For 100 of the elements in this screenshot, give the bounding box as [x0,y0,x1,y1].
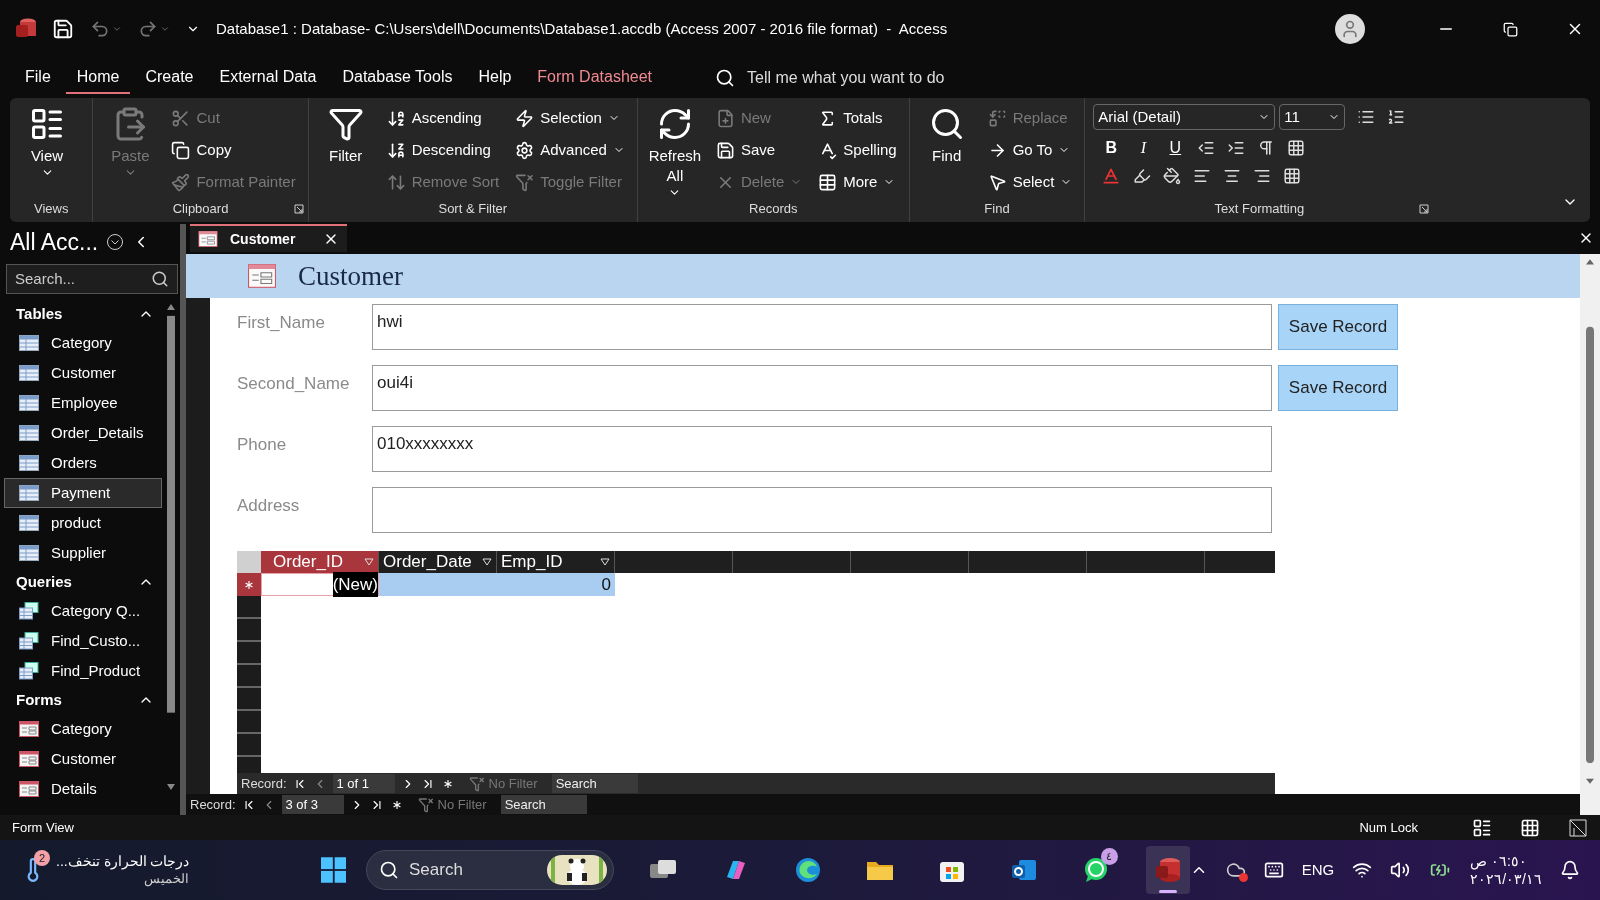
font-select[interactable]: Arial (Detail) [1093,104,1276,130]
navigation-item[interactable]: Customer [4,744,162,774]
highlighter-icon[interactable] [1133,167,1152,185]
ribbon-button[interactable]: Ascending [382,102,504,134]
gridlines-icon[interactable] [1287,139,1306,157]
ribbon-button[interactable]: Spelling [814,134,901,166]
account-avatar[interactable] [1335,14,1365,44]
dropdown-arrow-icon[interactable] [482,558,492,566]
section-header[interactable]: Forms [4,686,162,714]
volume-icon[interactable] [1390,860,1411,880]
navigation-item[interactable]: Supplier [4,538,162,568]
layout-view-icon[interactable] [1520,817,1540,838]
ribbon-large-button[interactable]: View [18,102,76,199]
navigation-item[interactable]: Payment [4,478,162,508]
text-field[interactable]: oui4i [372,365,1272,411]
menu-tab[interactable]: Form Datasheet [526,62,664,94]
navigation-item[interactable]: Find_Product [4,656,162,686]
row-selector-column[interactable] [237,596,261,773]
paint-bucket-icon[interactable] [1163,167,1182,185]
menu-tab[interactable]: Home [65,62,131,94]
navigation-item[interactable]: Category Q... [4,596,162,626]
datasheet-cell[interactable]: (New) [261,573,379,596]
clock-time[interactable]: ٠٦:٥٠ ص [1470,852,1527,870]
font-size-select[interactable]: 11 [1279,104,1346,130]
dropdown-arrow-icon[interactable] [600,558,610,566]
record-search-field[interactable]: Search [500,795,587,814]
tell-me-placeholder[interactable]: Tell me what you want to do [747,66,945,90]
menu-tab[interactable]: Database Tools [331,62,464,94]
ribbon-button[interactable]: More [814,166,901,198]
navigation-item[interactable]: Category [4,328,162,358]
edge-icon[interactable] [794,857,821,883]
text-field[interactable] [372,487,1272,533]
align-center-icon[interactable] [1223,167,1242,185]
ribbon-large-button[interactable]: Filter [316,102,375,199]
scrollbar[interactable] [1580,254,1600,815]
restore-icon[interactable] [1503,21,1518,37]
ribbon-button[interactable]: Selection [511,102,629,134]
language-indicator[interactable]: ENG [1301,858,1335,882]
navigation-search-field[interactable]: Search... [6,264,178,294]
save-record-button[interactable]: Save Record [1278,304,1398,350]
text-field[interactable]: 010xxxxxxxx [372,426,1272,472]
ribbon-button[interactable]: Go To [983,134,1077,166]
outlook-icon[interactable] [1010,857,1037,883]
form-view-icon[interactable] [1472,817,1492,838]
navigation-item[interactable]: Order_Details [4,418,162,448]
ribbon-large-button[interactable]: Find [917,102,976,199]
text-style-button[interactable]: B [1101,136,1122,160]
taskbar-app[interactable]: ٤ [1073,846,1118,894]
filter-indicator[interactable]: No Filter [417,794,487,815]
record-position-field[interactable]: 1 of 1 [332,774,395,793]
text-style-button[interactable]: U [1165,136,1186,160]
text-field[interactable]: hwi [372,304,1272,350]
datasheet-cell[interactable] [379,573,497,596]
redo-icon[interactable] [138,19,158,39]
ribbon-large-button[interactable]: Refresh All [645,102,704,199]
taskbar-search-field[interactable]: Search [366,850,614,890]
dialog-launcher-icon[interactable] [1419,204,1430,214]
section-header[interactable]: Tables [4,300,162,328]
ribbon-button[interactable]: Totals [814,102,901,134]
menu-tab[interactable]: External Data [208,62,328,94]
ribbon-button[interactable]: Save [711,134,807,166]
menu-tab[interactable]: Create [134,62,205,94]
ribbon-button[interactable]: Advanced [511,134,629,166]
start-icon[interactable] [320,856,347,884]
clock-date[interactable]: ٢٠٢٦/٠٣/١٦ [1470,870,1542,888]
cloud-error-icon[interactable] [1225,860,1246,880]
datasheet-cell[interactable]: 0 [497,573,615,596]
shading-icon[interactable] [1283,167,1302,185]
dropdown-circle-icon[interactable] [106,233,125,251]
navigation-item[interactable]: product [4,508,162,538]
new-record-selector[interactable] [237,573,261,596]
dialog-launcher-icon[interactable] [293,204,304,214]
section-header[interactable]: Queries [4,568,162,596]
record-position-field[interactable]: 3 of 3 [281,795,344,814]
weather-text[interactable]: درجات الحرارة تنخف... [56,852,190,870]
navigation-item[interactable]: Details [4,774,162,804]
undo-icon[interactable] [90,19,110,39]
column-header[interactable]: Order_ID [261,551,379,573]
design-view-icon[interactable] [1568,817,1588,838]
document-tab[interactable]: Customer [190,224,348,252]
whatsapp-icon[interactable] [1082,857,1109,883]
taskbar-app[interactable] [1145,846,1190,894]
menu-tab[interactable]: File [14,62,62,94]
notification-icon[interactable] [1560,860,1580,880]
align-right-icon[interactable] [1253,167,1272,185]
navigation-item[interactable]: Category [4,714,162,744]
navigation-item[interactable]: Customer [4,358,162,388]
align-left-icon[interactable] [1193,167,1212,185]
ribbon-button[interactable]: Copy [167,134,300,166]
navigation-item[interactable]: Employee [4,388,162,418]
bullets-icon[interactable] [1357,108,1376,126]
indent-increase-icon[interactable] [1227,139,1246,157]
wifi-icon[interactable] [1352,860,1373,880]
text-style-button[interactable]: I [1133,136,1154,160]
navigation-item[interactable]: Orders [4,448,162,478]
ribbon-button[interactable]: Descending [382,134,504,166]
navigation-item[interactable]: Find_Custo... [4,626,162,656]
save-record-button[interactable]: Save Record [1278,365,1398,411]
numbering-icon[interactable] [1387,108,1406,126]
keyboard-icon[interactable] [1263,860,1284,880]
